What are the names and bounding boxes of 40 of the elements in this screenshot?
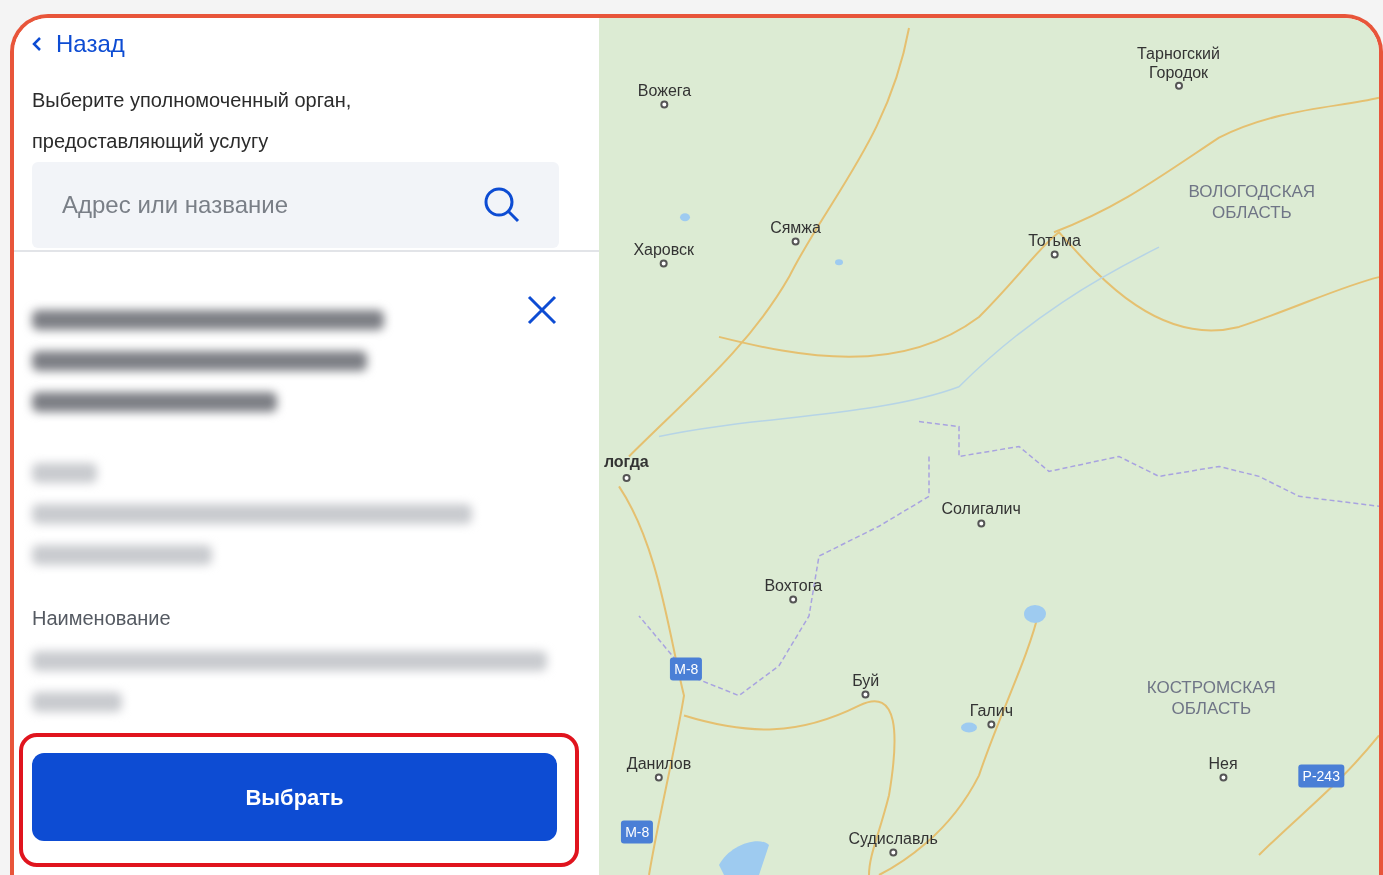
city-marker-icon bbox=[889, 848, 898, 857]
city-label: Галич bbox=[969, 701, 1013, 721]
city-label: Вожега bbox=[637, 81, 692, 101]
blurred-text bbox=[32, 463, 97, 483]
city-label: Нея bbox=[1208, 754, 1238, 774]
city-marker-icon bbox=[977, 518, 986, 527]
region-label: ВОЛОГОДСКАЯ ОБЛАСТЬ bbox=[1188, 181, 1316, 223]
select-button[interactable]: Выбрать bbox=[32, 753, 557, 841]
search-field[interactable]: Адрес или название bbox=[32, 162, 559, 248]
close-icon[interactable] bbox=[527, 295, 557, 325]
city-label: Данилов bbox=[626, 754, 692, 774]
road-number-label: М-8 bbox=[670, 657, 703, 681]
city-marker-icon bbox=[660, 100, 669, 109]
city-marker-icon bbox=[659, 259, 668, 268]
city-label: логда bbox=[603, 452, 649, 473]
city-label: Сямжа bbox=[770, 218, 821, 238]
city-marker-icon bbox=[861, 690, 870, 699]
road-number-label: Р-243 bbox=[1298, 764, 1344, 788]
search-icon[interactable] bbox=[483, 186, 521, 224]
road-number-label: М-8 bbox=[621, 820, 654, 844]
city-marker-icon bbox=[987, 720, 996, 729]
city-label: Солигалич bbox=[941, 499, 1021, 519]
city-label: Буй bbox=[852, 671, 880, 691]
prompt-text: Выберите уполномоченный орган, предоставляющий услугу bbox=[32, 88, 353, 154]
city-marker-icon bbox=[1050, 250, 1059, 259]
city-label: Вохтога bbox=[764, 576, 823, 596]
chevron-left-icon bbox=[32, 36, 42, 52]
field-label: Наименование bbox=[32, 606, 172, 631]
city-marker-icon bbox=[622, 474, 631, 483]
city-marker-icon bbox=[1219, 773, 1227, 782]
back-link[interactable]: Назад bbox=[32, 26, 125, 62]
city-marker-icon bbox=[789, 595, 798, 604]
city-label: Тотьма bbox=[1028, 231, 1081, 251]
city-label: Тарногский Городок bbox=[1136, 43, 1221, 83]
city-marker-icon bbox=[655, 773, 664, 782]
city-marker-icon bbox=[791, 237, 800, 246]
city-label: Судиславль bbox=[848, 829, 938, 849]
city-label: Харовск bbox=[633, 240, 695, 260]
region-label: КОСТРОМСКАЯ ОБЛАСТЬ bbox=[1145, 678, 1277, 719]
city-marker-icon bbox=[1174, 82, 1183, 91]
